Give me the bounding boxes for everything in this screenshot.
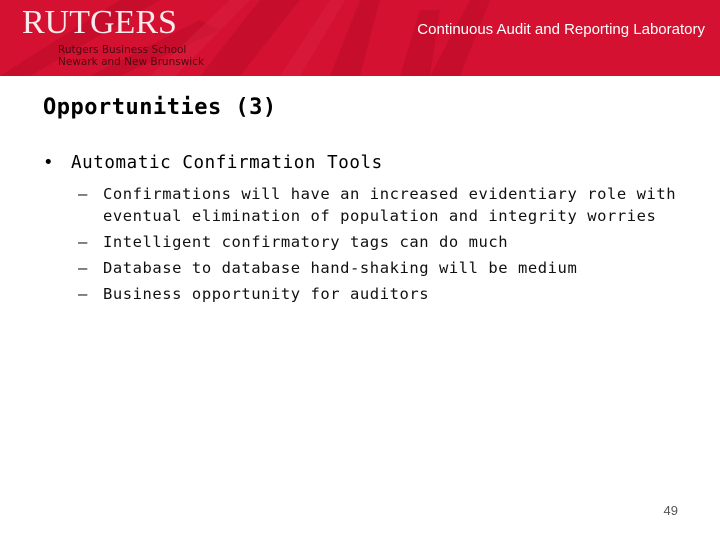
sub-bullet-list: – Confirmations will have an increased ev… — [78, 183, 698, 309]
sub-bullet-text: Confirmations will have an increased evi… — [103, 185, 677, 225]
sub-bullet-text: Intelligent confirmatory tags can do muc… — [103, 233, 509, 251]
school-name: Rutgers Business School Newark and New B… — [58, 44, 204, 68]
bullet-marker: • — [43, 153, 55, 173]
sub-bullet-item: – Business opportunity for auditors — [78, 283, 698, 305]
sub-bullet-text: Database to database hand-shaking will b… — [103, 259, 578, 277]
dash-marker: – — [78, 185, 88, 203]
sub-bullet-item: – Database to database hand-shaking will … — [78, 257, 698, 279]
school-line-2: Newark and New Brunswick — [58, 56, 205, 68]
rutgers-logo: RUTGERS — [22, 4, 177, 41]
school-line-1: Rutgers Business School — [58, 44, 187, 56]
dash-marker: – — [78, 233, 88, 251]
lab-title: Continuous Audit and Reporting Laborator… — [417, 21, 705, 38]
sub-bullet-text: Business opportunity for auditors — [103, 285, 430, 303]
sub-bullet-item: – Intelligent confirmatory tags can do mu… — [78, 231, 698, 253]
dash-marker: – — [78, 259, 88, 277]
bullet-text: Automatic Confirmation Tools — [71, 153, 383, 173]
slide-title: Opportunities (3) — [43, 95, 277, 120]
header-banner: RUTGERS Rutgers Business School Newark a… — [0, 0, 720, 76]
dash-marker: – — [78, 285, 88, 303]
page-number: 49 — [663, 503, 678, 518]
sub-bullet-item: – Confirmations will have an increased ev… — [78, 183, 698, 227]
bullet-item: • Automatic Confirmation Tools — [43, 153, 383, 173]
